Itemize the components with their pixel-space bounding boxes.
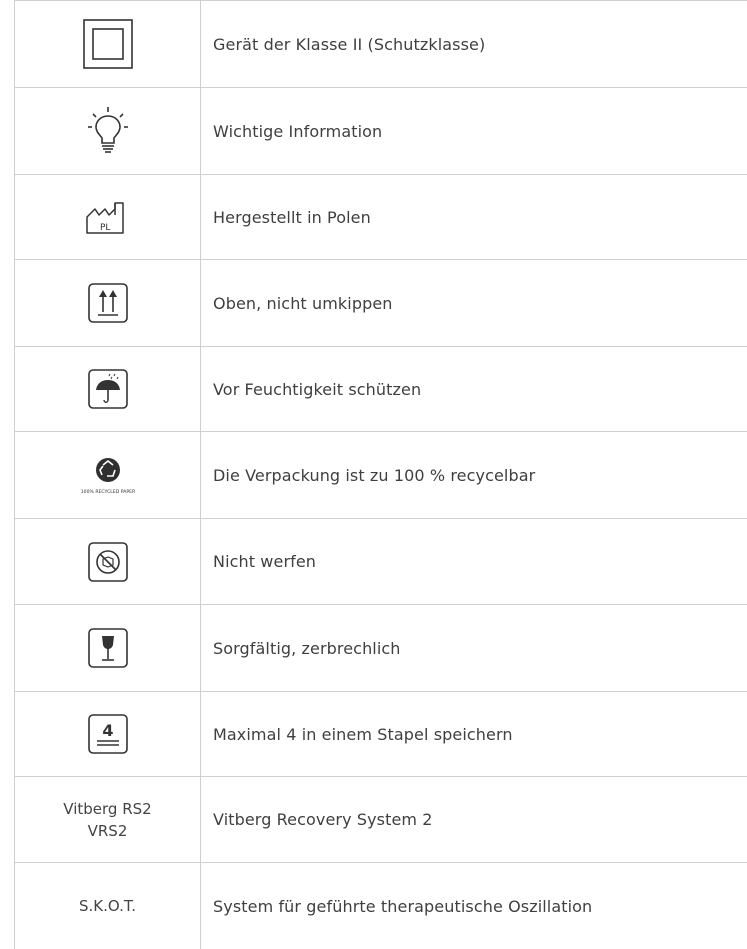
symbol-cell: Vitberg RS2 VRS2	[15, 777, 201, 862]
fragile-glass-icon	[87, 628, 128, 668]
symbol-cell	[15, 519, 201, 604]
table-row: 4 Maximal 4 in einem Stapel speichern	[15, 692, 747, 777]
factory-pl-icon: PL	[83, 199, 133, 235]
stack-limit-icon: 4	[87, 714, 128, 754]
svg-text:PL: PL	[100, 223, 110, 233]
table-row: Gerät der Klasse II (Schutzklasse)	[15, 0, 747, 88]
symbol-cell	[15, 1, 201, 87]
symbol-cell	[15, 347, 201, 431]
description: Nicht werfen	[213, 552, 317, 571]
symbols-table: Gerät der Klasse II (Schutzklasse) Wicht…	[14, 0, 747, 949]
symbol-cell	[15, 605, 201, 691]
symbol-cell: S.K.O.T.	[15, 863, 201, 949]
symbol-text: Vitberg RS2 VRS2	[63, 799, 152, 840]
svg-text:100% RECYCLED PAPER: 100% RECYCLED PAPER	[80, 489, 135, 495]
symbol-cell: 4	[15, 692, 201, 776]
recycle-100-icon: 100% RECYCLED PAPER	[77, 453, 139, 497]
description: Hergestellt in Polen	[213, 207, 371, 227]
table-row: Vor Feuchtigkeit schützen	[15, 347, 747, 432]
symbol-cell: 100% RECYCLED PAPER	[15, 432, 201, 518]
description: Maximal 4 in einem Stapel speichern	[213, 724, 513, 744]
table-row: PL Hergestellt in Polen	[15, 175, 747, 260]
table-row: Oben, nicht umkippen	[15, 260, 747, 347]
description: Wichtige Information	[213, 121, 383, 141]
description: Sorgfältig, zerbrechlich	[213, 638, 401, 658]
lightbulb-icon	[86, 106, 130, 156]
description: Die Verpackung ist zu 100 % recycelbar	[213, 465, 536, 485]
this-way-up-arrows-icon	[87, 283, 128, 323]
umbrella-rain-icon	[87, 369, 128, 409]
description: Gerät der Klasse II (Schutzklasse)	[213, 34, 486, 54]
description: Oben, nicht umkippen	[213, 293, 393, 313]
table-row: S.K.O.T. System für geführte therapeutis…	[15, 863, 747, 949]
symbol-cell	[15, 88, 201, 174]
table-row: Wichtige Information	[15, 88, 747, 175]
symbol-text: S.K.O.T.	[78, 897, 136, 915]
table-row: Sorgfältig, zerbrechlich	[15, 605, 747, 692]
table-row: Nicht werfen	[15, 519, 747, 605]
description: Vitberg Recovery System 2	[213, 810, 433, 829]
do-not-throw-icon	[87, 541, 128, 582]
table-row: Vitberg RS2 VRS2 Vitberg Recovery System…	[15, 777, 747, 863]
symbol-cell	[15, 260, 201, 346]
class-ii-double-square-icon	[82, 18, 134, 70]
description: System für geführte therapeutische Oszil…	[213, 896, 593, 916]
description: Vor Feuchtigkeit schützen	[213, 379, 422, 399]
symbol-cell: PL	[15, 175, 201, 259]
svg-text:4: 4	[102, 721, 113, 740]
table-row: 100% RECYCLED PAPER Die Verpackung ist z…	[15, 432, 747, 519]
